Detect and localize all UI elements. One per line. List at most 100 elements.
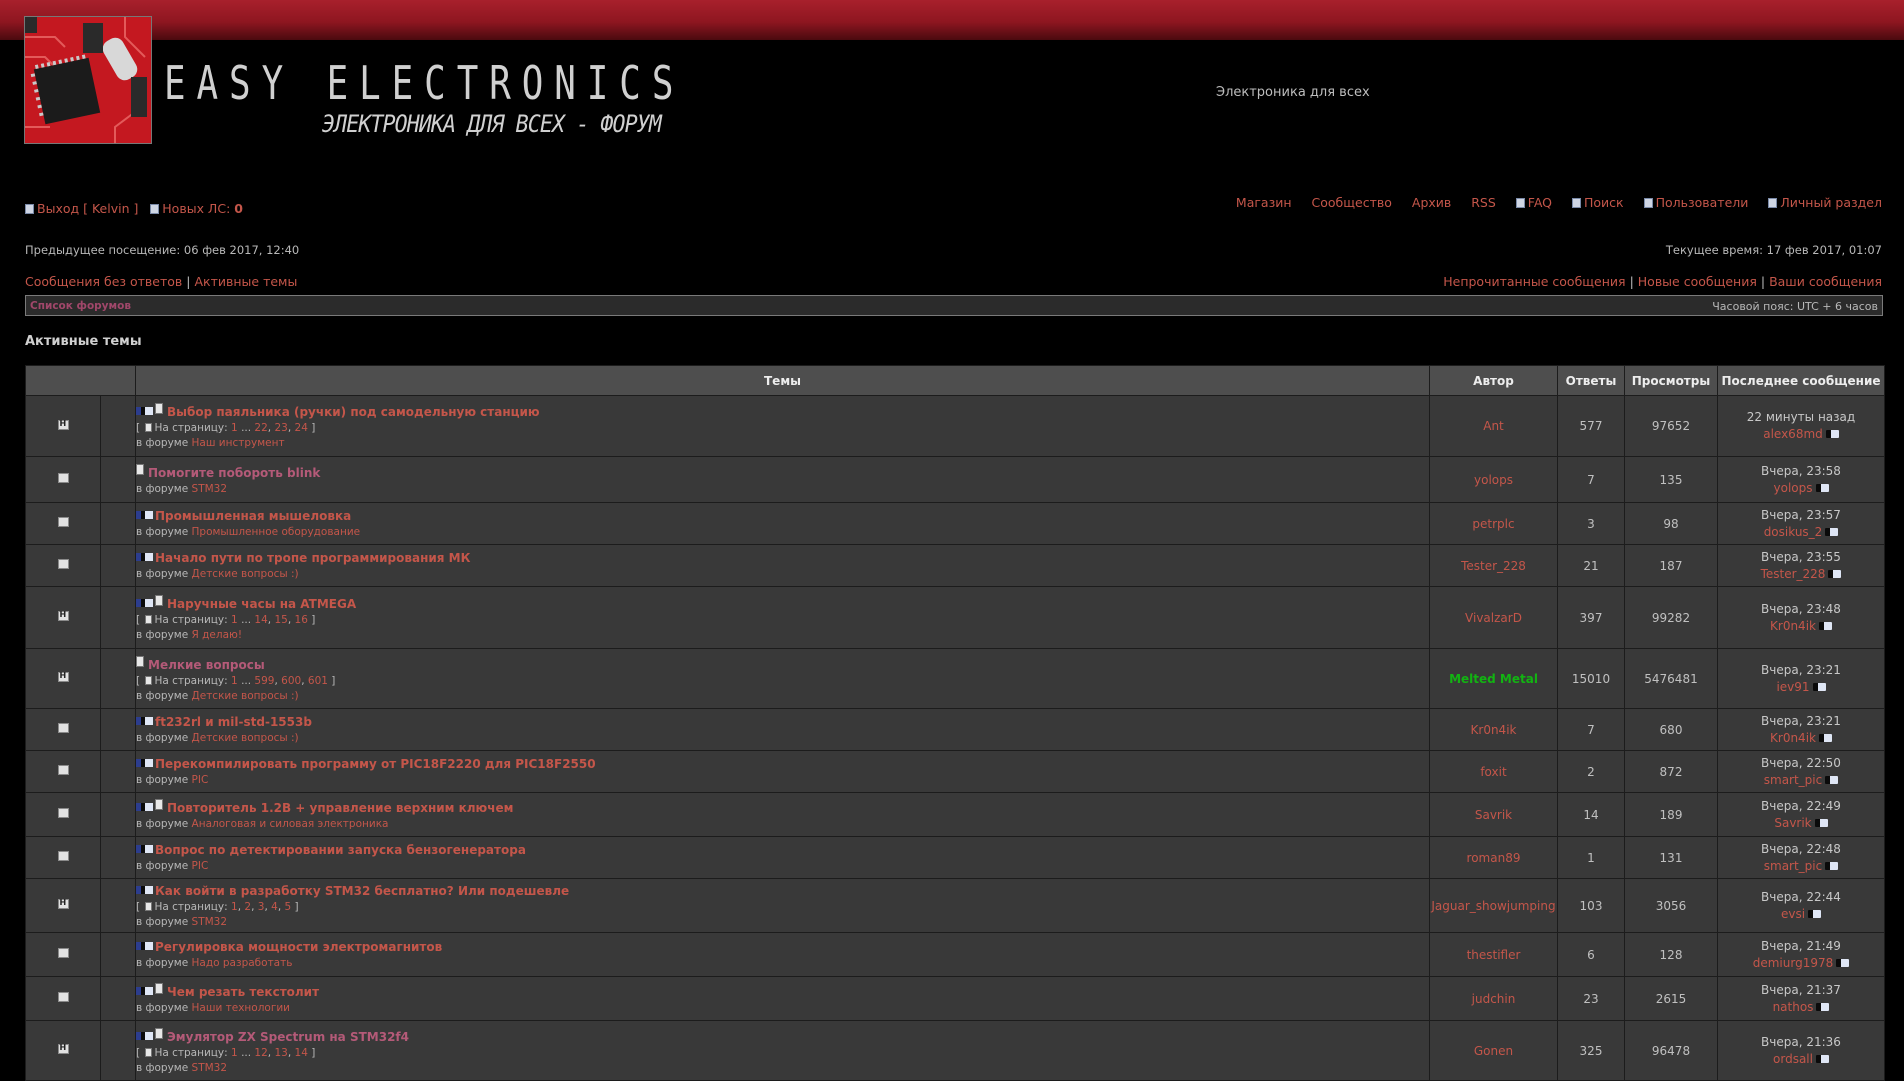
page-link[interactable]: 1 (231, 1047, 238, 1059)
nav-users[interactable]: Пользователи (1656, 195, 1749, 210)
last-post-author[interactable]: nathos (1773, 1000, 1814, 1014)
page-link[interactable]: 16 (295, 614, 308, 626)
forum-link[interactable]: Детские вопросы :) (192, 732, 299, 744)
page-link[interactable]: 1 (231, 901, 238, 913)
go-to-last-post-icon[interactable] (1828, 569, 1842, 578)
forum-link[interactable]: Я делаю! (192, 629, 243, 641)
topic-author[interactable]: Tester_228 (1429, 544, 1558, 587)
nav-ucp[interactable]: Личный раздел (1780, 195, 1882, 210)
topic-title-link[interactable]: Повторитель 1.2В + управление верхним кл… (167, 801, 513, 815)
nav-community[interactable]: Сообщество (1312, 195, 1392, 210)
unread-link[interactable]: Непрочитанные сообщения (1443, 274, 1625, 289)
nav-rss[interactable]: RSS (1471, 195, 1496, 210)
forum-link[interactable]: Аналоговая и силовая электроника (192, 818, 389, 830)
forum-link[interactable]: Наши технологии (192, 1002, 290, 1014)
topic-author[interactable]: Savrik (1429, 792, 1558, 837)
view-newest-post-icon[interactable] (136, 987, 153, 995)
view-newest-post-icon[interactable] (136, 942, 153, 950)
page-link[interactable]: 2 (244, 901, 251, 913)
topic-title-link[interactable]: Мелкие вопросы (148, 658, 265, 672)
page-link[interactable]: 4 (271, 901, 278, 913)
forum-link[interactable]: STM32 (192, 483, 228, 495)
topic-title-link[interactable]: ft232rl и mil-std-1553b (155, 715, 312, 729)
topic-author[interactable]: judchin (1429, 976, 1558, 1021)
page-link[interactable]: 600 (281, 675, 301, 687)
go-to-last-post-icon[interactable] (1825, 775, 1839, 784)
page-link[interactable]: 23 (274, 422, 287, 434)
page-link[interactable]: 3 (258, 901, 265, 913)
page-link[interactable]: 15 (274, 614, 287, 626)
page-link[interactable]: 24 (295, 422, 308, 434)
topic-title-link[interactable]: Начало пути по тропе программирования МК (155, 551, 470, 565)
last-post-author[interactable]: smart_pic (1764, 773, 1822, 787)
view-newest-post-icon[interactable] (136, 885, 153, 894)
forum-link[interactable]: Детские вопросы :) (192, 690, 299, 702)
page-link[interactable]: 1 (231, 675, 238, 687)
topic-title-link[interactable]: Перекомпилировать программу от PIC18F222… (155, 757, 596, 771)
topic-author[interactable]: roman89 (1429, 836, 1558, 879)
view-newest-post-icon[interactable] (136, 759, 153, 767)
nav-archive[interactable]: Архив (1412, 195, 1451, 210)
page-link[interactable]: 22 (254, 422, 267, 434)
view-newest-post-icon[interactable] (136, 407, 153, 415)
last-post-author[interactable]: evsi (1781, 907, 1805, 921)
forum-link[interactable]: PIC (192, 860, 209, 872)
forum-link[interactable]: PIC (192, 774, 209, 786)
topic-author[interactable]: Ant (1429, 395, 1558, 457)
topic-author[interactable]: yolops (1429, 456, 1558, 503)
view-newest-post-icon[interactable] (136, 598, 153, 607)
page-link[interactable]: 599 (254, 675, 274, 687)
last-post-author[interactable]: Tester_228 (1761, 567, 1826, 581)
topic-title-link[interactable]: Вопрос по детектировании запуска бензоге… (155, 843, 526, 857)
topic-author[interactable]: VivalzarD (1429, 586, 1558, 649)
last-post-author[interactable]: smart_pic (1764, 859, 1822, 873)
breadcrumb-index-link[interactable]: Список форумов (30, 300, 131, 312)
last-post-author[interactable]: ordsall (1773, 1052, 1813, 1066)
go-to-last-post-icon[interactable] (1815, 483, 1829, 492)
topic-author[interactable]: petrplc (1429, 502, 1558, 545)
last-post-author[interactable]: dosikus_2 (1764, 525, 1823, 539)
go-to-last-post-icon[interactable] (1825, 430, 1839, 438)
go-to-last-post-icon[interactable] (1816, 1002, 1830, 1011)
page-link[interactable]: 14 (295, 1047, 308, 1059)
forum-link[interactable]: Промышленное оборудование (192, 526, 361, 538)
last-post-author[interactable]: demiurg1978 (1753, 956, 1834, 970)
logout-link[interactable]: Выход [ Kelvin ] (37, 201, 138, 216)
topic-title-link[interactable]: Чем резать текстолит (167, 985, 319, 999)
view-newest-post-icon[interactable] (136, 803, 153, 811)
last-post-author[interactable]: alex68md (1763, 427, 1823, 441)
nav-faq[interactable]: FAQ (1528, 195, 1552, 210)
view-newest-post-icon[interactable] (136, 553, 153, 561)
go-to-last-post-icon[interactable] (1825, 861, 1839, 870)
last-post-author[interactable]: iev91 (1776, 680, 1809, 694)
forum-link[interactable]: STM32 (192, 916, 228, 928)
page-link[interactable]: 1 (231, 422, 238, 434)
page-link[interactable]: 12 (254, 1047, 267, 1059)
go-to-last-post-icon[interactable] (1836, 958, 1850, 967)
view-newest-post-icon[interactable] (136, 511, 153, 519)
pm-link[interactable]: Новых ЛС: 0 (162, 201, 243, 216)
topic-author[interactable]: Gonen (1429, 1020, 1558, 1081)
last-post-author[interactable]: Savrik (1774, 816, 1811, 830)
topic-title-link[interactable]: Эмулятор ZX Spectrum на STM32f4 (167, 1030, 409, 1044)
view-newest-post-icon[interactable] (136, 1031, 153, 1040)
page-link[interactable]: 13 (274, 1047, 287, 1059)
site-brand-title[interactable]: EASY ELECTRONICS (164, 56, 684, 110)
page-link[interactable]: 14 (254, 614, 267, 626)
forum-link[interactable]: Наш инструмент (192, 437, 285, 449)
topic-title-link[interactable]: Промышленная мышеловка (155, 509, 351, 523)
topic-author[interactable]: Melted Metal (1429, 648, 1558, 709)
go-to-last-post-icon[interactable] (1812, 682, 1826, 691)
topic-author[interactable]: thestifler (1429, 932, 1558, 977)
page-link[interactable]: 5 (285, 901, 292, 913)
go-to-last-post-icon[interactable] (1818, 621, 1832, 630)
view-newest-post-icon[interactable] (136, 717, 153, 725)
forum-link[interactable]: STM32 (192, 1062, 228, 1074)
view-newest-post-icon[interactable] (136, 845, 153, 853)
topic-author[interactable]: foxit (1429, 750, 1558, 793)
unanswered-link[interactable]: Сообщения без ответов (25, 274, 182, 289)
topic-title-link[interactable]: Помогите побороть blink (148, 466, 320, 480)
last-post-author[interactable]: yolops (1774, 481, 1813, 495)
go-to-last-post-icon[interactable] (1825, 527, 1839, 536)
new-posts-link[interactable]: Новые сообщения (1638, 274, 1757, 289)
